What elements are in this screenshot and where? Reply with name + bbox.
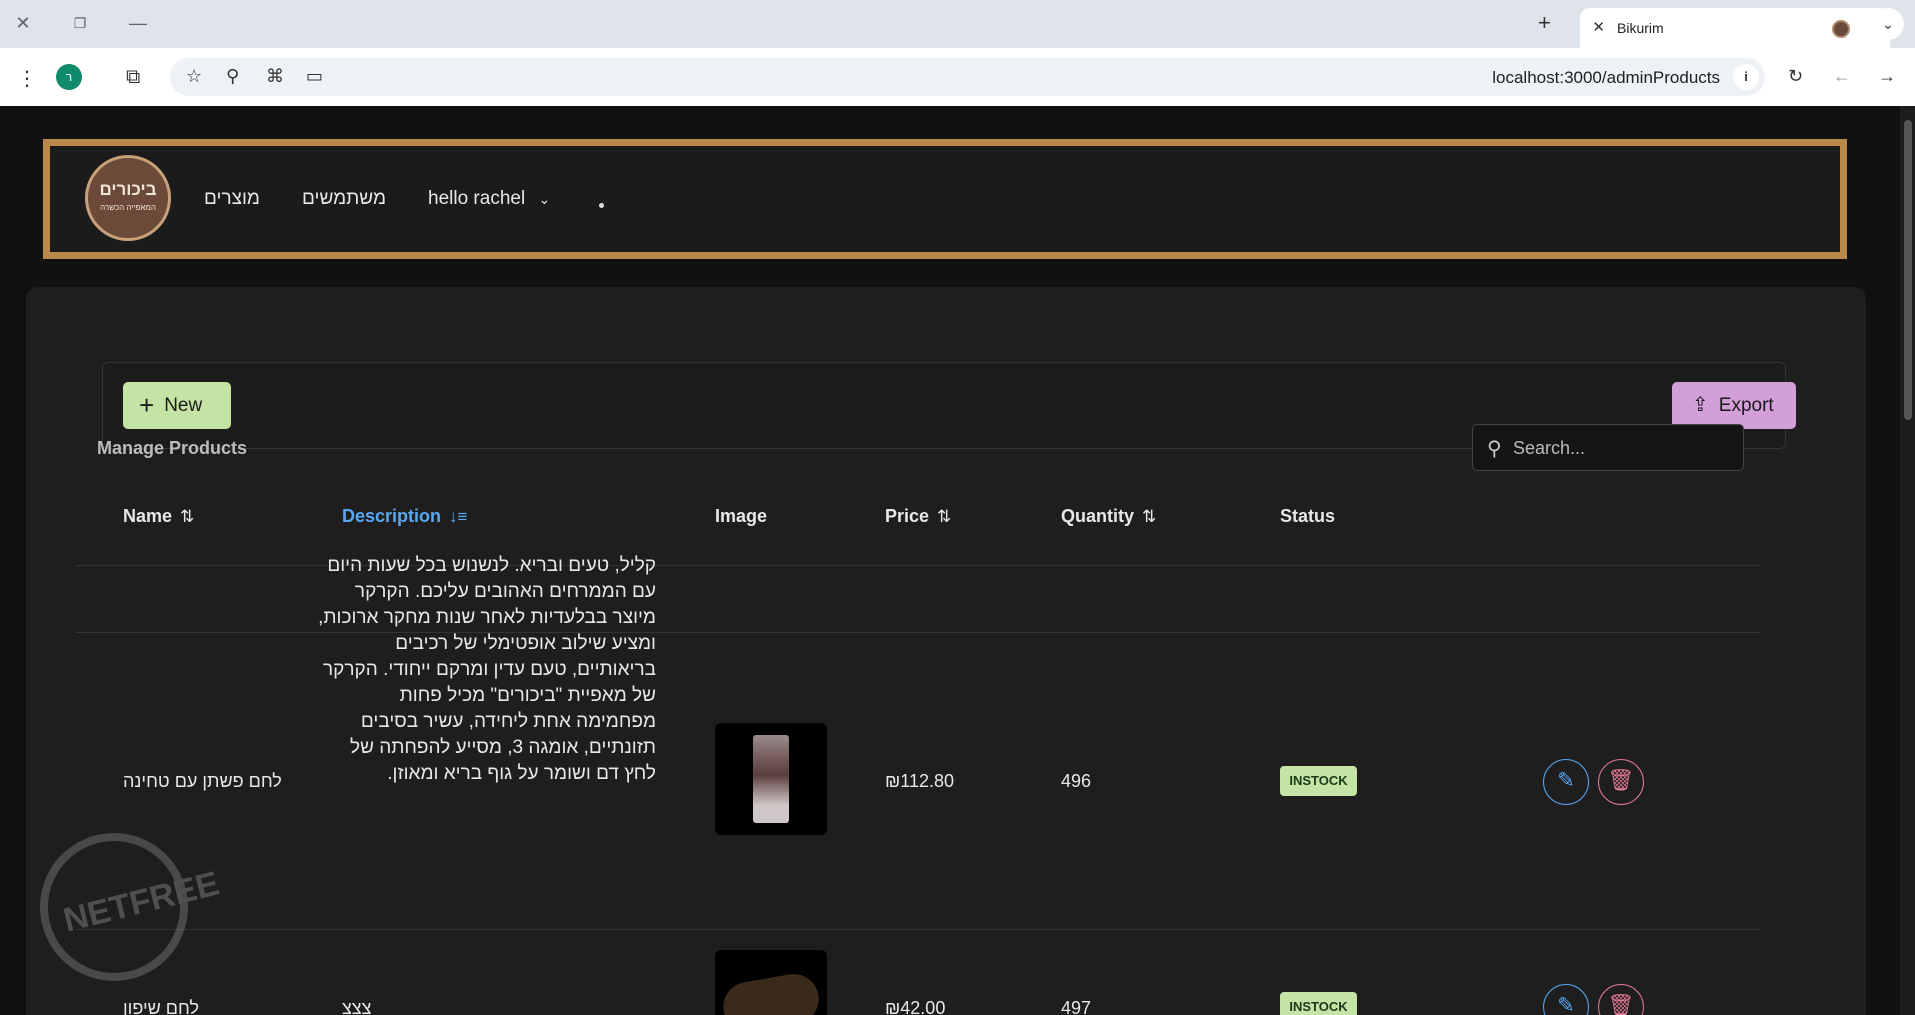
product-package-image <box>753 735 789 823</box>
row-1-description: קליל, טעים ובריא. לנשנוש בכל שעות היום ע… <box>318 555 656 784</box>
scrollbar-thumb[interactable] <box>1904 120 1912 420</box>
netfree-watermark: NETFREE <box>40 833 223 983</box>
close-window-icon[interactable]: ✕ <box>8 10 38 36</box>
table-title: Manage Products <box>97 438 248 458</box>
url-text[interactable]: localhost:3000/adminProducts <box>1492 68 1720 88</box>
profile-avatar[interactable]: ר <box>56 64 82 90</box>
header-quantity-label: Quantity <box>1061 506 1135 526</box>
site-info-icon[interactable]: i <box>1733 64 1759 90</box>
tab-close-icon[interactable]: ✕ <box>1592 18 1605 36</box>
column-header-image: Image <box>715 506 768 526</box>
new-tab-icon[interactable]: + <box>1538 10 1551 36</box>
brand-logo[interactable]: ביכורים המאפייה הכשרה <box>85 155 171 241</box>
menu-dots-icon[interactable]: ⋮ <box>17 66 37 91</box>
chevron-down-icon: ⌄ <box>538 191 551 207</box>
install-app-icon[interactable]: ▭ <box>306 66 323 87</box>
row-2-description: צצצ <box>342 998 372 1015</box>
minimize-window-icon[interactable]: — <box>123 10 153 36</box>
divider <box>76 929 1760 930</box>
bookmark-star-icon[interactable]: ☆ <box>186 66 202 87</box>
restore-window-icon[interactable]: ❐ <box>65 10 95 36</box>
products-card: + New ⇪ Export <box>26 287 1866 1015</box>
back-icon[interactable]: ← <box>1833 66 1851 87</box>
trash-icon: 🗑 <box>1607 769 1635 792</box>
pencil-icon: ✎ <box>1557 769 1575 792</box>
extensions-icon[interactable]: ⧉ <box>126 66 140 89</box>
upload-icon: ⇪ <box>1692 394 1709 416</box>
page-content: ביכורים המאפייה הכשרה מוצרים משתמשים hel… <box>0 106 1900 1015</box>
column-header-status: Status <box>1280 506 1336 526</box>
translate-icon[interactable]: ⌘ <box>266 66 284 87</box>
column-header-quantity[interactable]: Quantity ⇅ <box>1061 506 1156 527</box>
export-label: Export <box>1718 395 1774 416</box>
search-icon: ⚲ <box>1487 438 1502 460</box>
column-header-name[interactable]: Name ⇅ <box>123 506 194 527</box>
sort-icon[interactable]: ⇅ <box>180 507 194 526</box>
row-1-status-badge: INSTOCK <box>1280 766 1357 796</box>
header-price-label: Price <box>885 506 930 526</box>
row-1-delete-button[interactable]: 🗑 <box>1598 759 1644 805</box>
nav-item-products[interactable]: מוצרים <box>204 188 260 210</box>
browser-tab-bar: ✕ ❐ — + ✕ Bikurim ⌄ <box>0 0 1915 48</box>
row-2-status-badge: INSTOCK <box>1280 992 1357 1015</box>
row-1-name: לחם פשתן עם טחינה <box>123 771 282 791</box>
row-2-price: ₪42.00 <box>885 998 946 1015</box>
forward-icon[interactable]: → <box>1878 66 1896 87</box>
row-2-quantity: 497 <box>1061 998 1092 1015</box>
row-1-product-image <box>715 723 827 835</box>
tab-search-icon[interactable]: ⌄ <box>1872 8 1904 40</box>
search-field[interactable]: ⚲ <box>1472 424 1744 471</box>
column-header-description[interactable]: Description ↓≡ <box>342 506 467 527</box>
nav-item-users[interactable]: משתמשים <box>302 188 386 210</box>
reload-icon[interactable]: ↻ <box>1788 66 1803 87</box>
row-2-product-image <box>715 950 827 1015</box>
bread-image <box>719 970 823 1015</box>
header-description-label: Description <box>342 506 442 526</box>
export-button[interactable]: ⇪ Export <box>1672 382 1796 429</box>
browser-toolbar: ⋮ ר ⧉ ☆ ⚲ ⌘ ▭ localhost:3000/adminProduc… <box>0 48 1915 106</box>
tab-title: Bikurim <box>1617 20 1664 36</box>
sort-icon[interactable]: ⇅ <box>937 507 951 526</box>
column-header-price[interactable]: Price ⇅ <box>885 506 951 527</box>
pencil-icon: ✎ <box>1557 994 1575 1015</box>
favicon-icon <box>1832 20 1850 38</box>
sort-ascending-icon[interactable]: ↓≡ <box>449 507 467 526</box>
header-name-label: Name <box>123 506 173 526</box>
row-1-quantity: 496 <box>1061 771 1092 791</box>
nav-item-user-menu[interactable]: hello rachel ⌄ <box>428 188 550 210</box>
new-label: New <box>164 395 203 416</box>
browser-tab[interactable]: ✕ Bikurim <box>1580 8 1890 48</box>
search-input[interactable] <box>1513 435 1733 461</box>
nav-dot <box>599 203 604 208</box>
logo-subtext: המאפייה הכשרה <box>100 203 156 212</box>
zoom-icon[interactable]: ⚲ <box>226 66 239 87</box>
logo-text: ביכורים <box>99 180 157 199</box>
row-2-name: לחם שיפון <box>123 998 200 1015</box>
site-navbar: ביכורים המאפייה הכשרה מוצרים משתמשים hel… <box>43 139 1847 259</box>
page-scrollbar[interactable] <box>1900 106 1915 1015</box>
plus-icon: + <box>139 390 155 420</box>
sort-icon[interactable]: ⇅ <box>1142 507 1156 526</box>
row-1-edit-button[interactable]: ✎ <box>1543 759 1589 805</box>
row-1-price: ₪112.80 <box>885 771 955 791</box>
new-product-button[interactable]: + New <box>123 382 231 429</box>
trash-icon: 🗑 <box>1607 994 1635 1015</box>
user-greeting: hello rachel <box>428 188 526 209</box>
